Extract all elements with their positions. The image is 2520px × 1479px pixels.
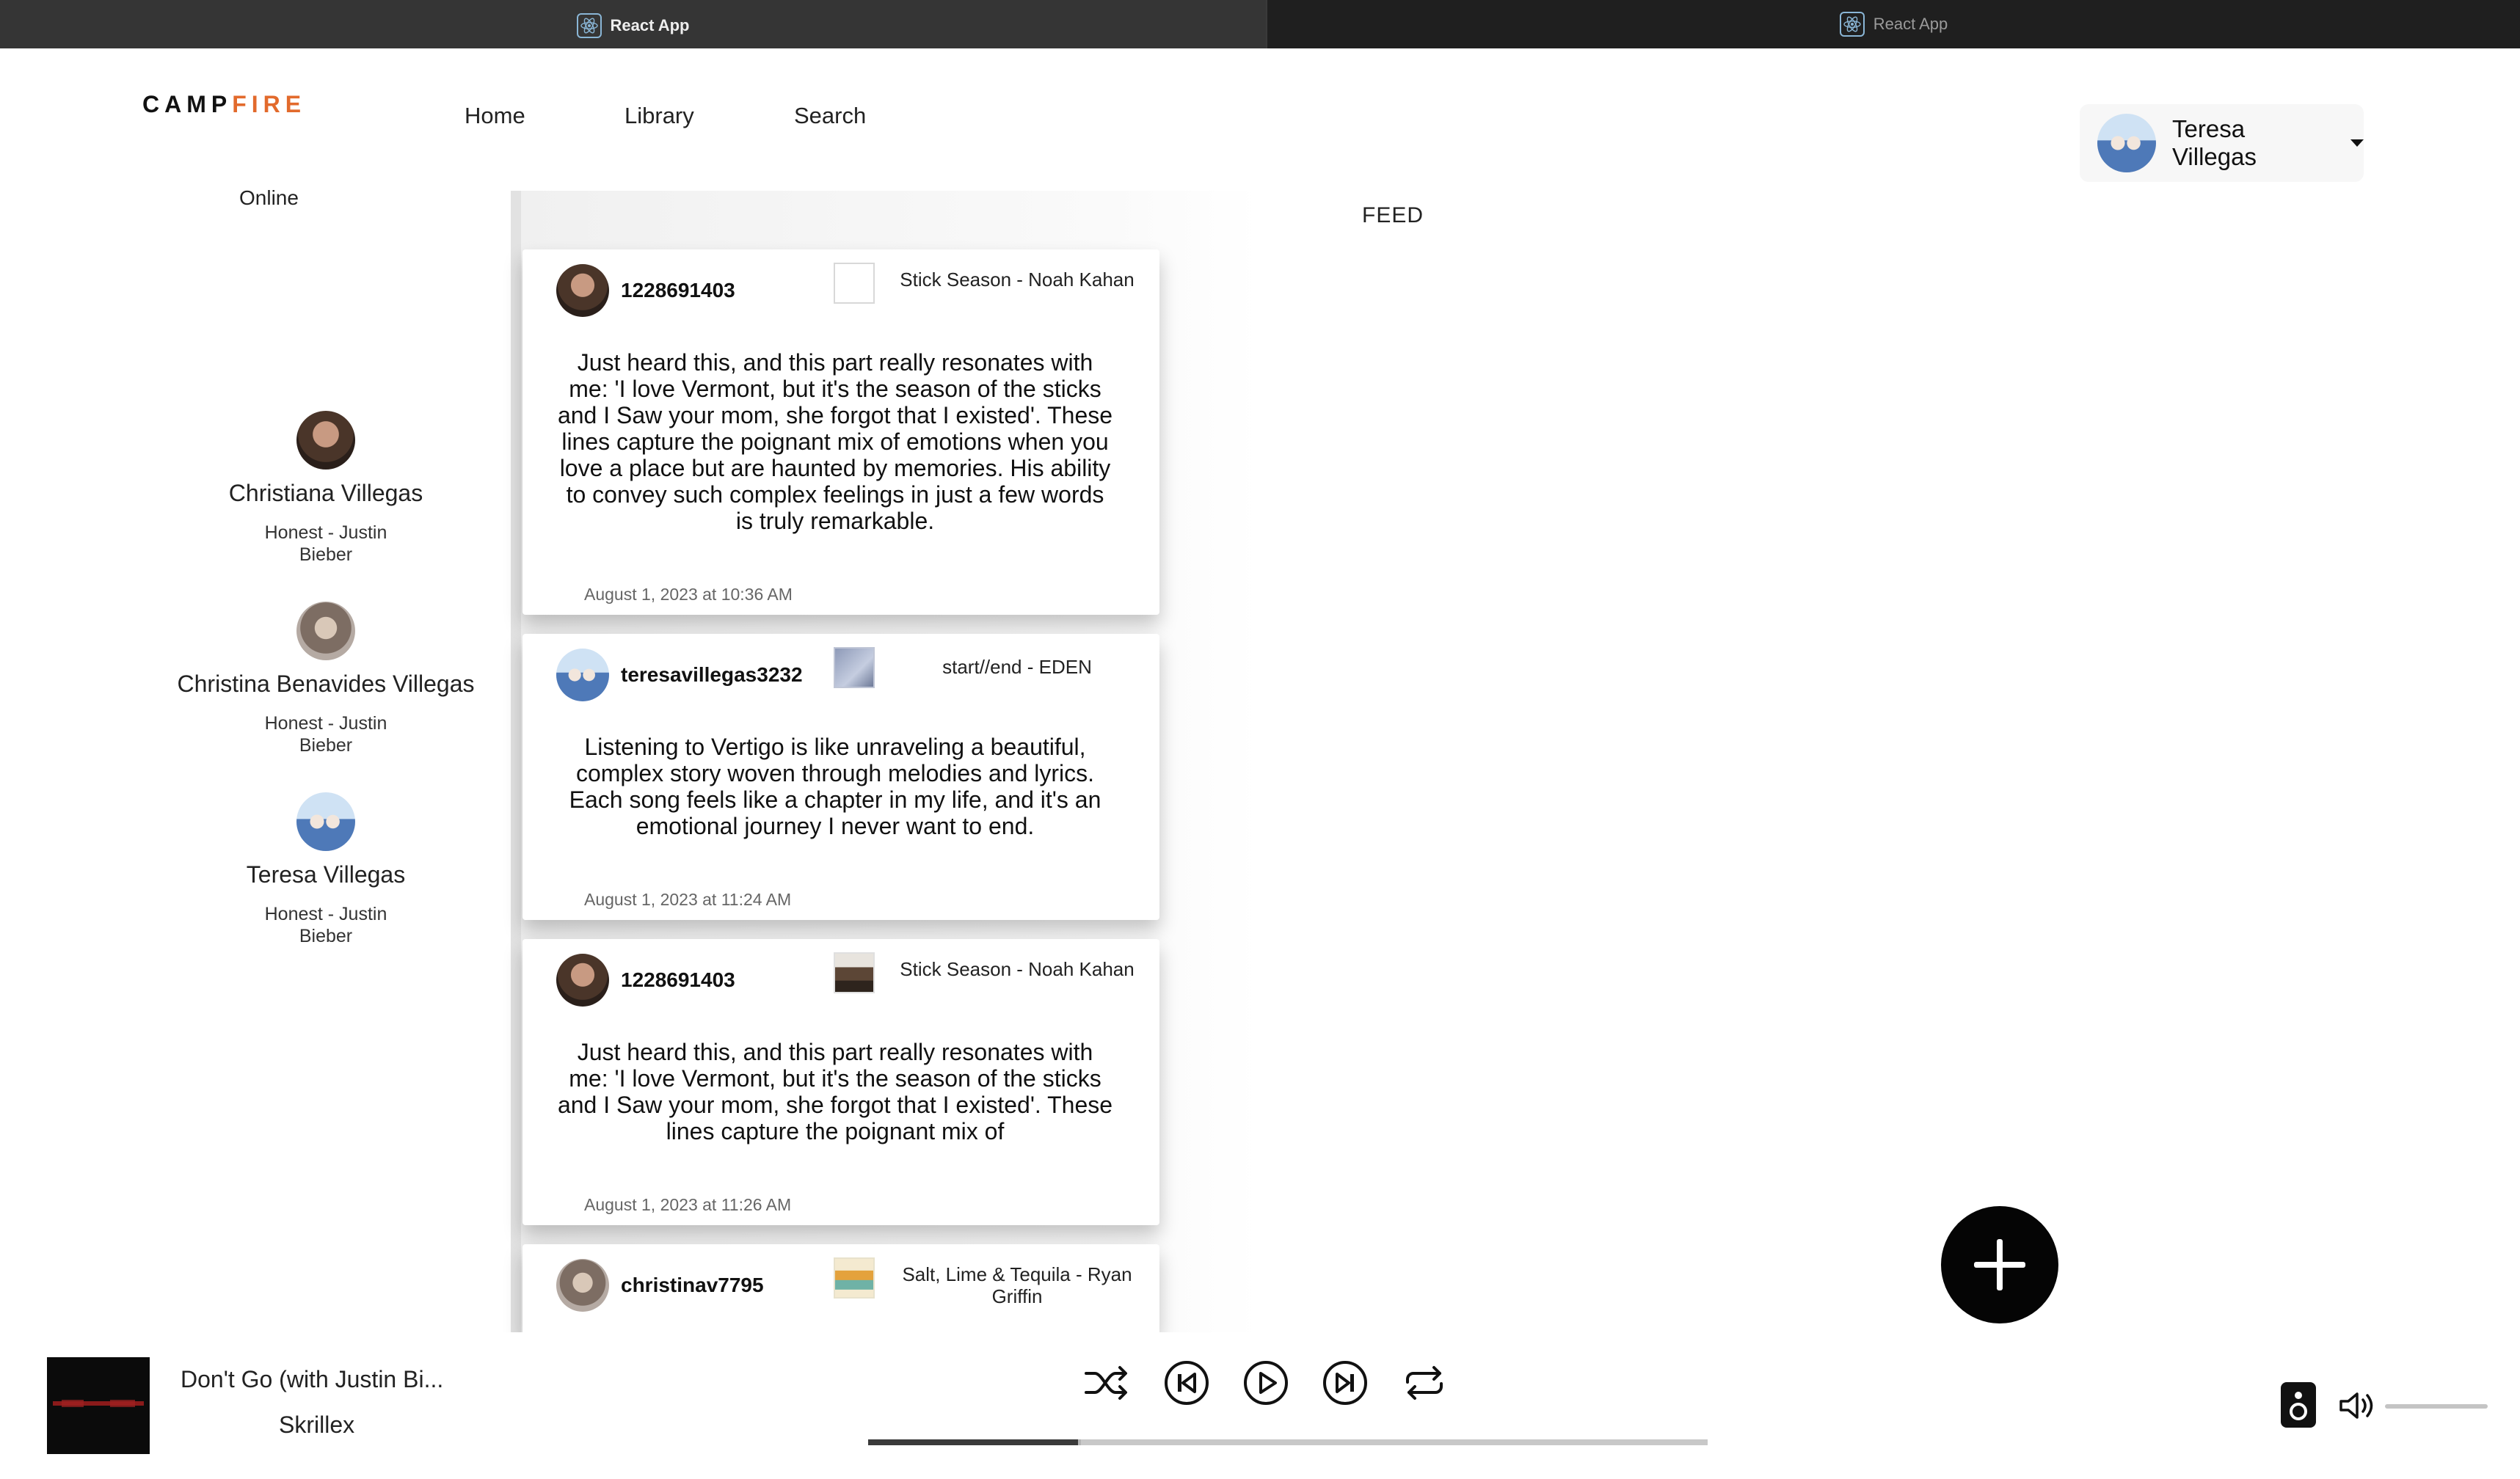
friend-song: Honest - Justin Bieber [264,522,387,565]
avatar [556,1259,609,1312]
friend-name: Teresa Villegas [246,861,406,888]
repeat-icon [1406,1366,1443,1400]
volume-button[interactable] [2337,1385,2378,1426]
react-icon [576,13,602,38]
feed-post[interactable]: 1228691403 Stick Season - Noah Kahan Jus… [522,939,1159,1225]
browser-tab-inactive[interactable]: React App [1266,0,2520,48]
post-song[interactable]: Salt, Lime & Tequila - Ryan Griffin [889,1263,1145,1307]
post-date: August 1, 2023 at 11:24 AM [584,890,792,909]
nav-home[interactable]: Home [465,103,525,129]
post-header: 1228691403 [556,264,735,317]
volume-slider[interactable] [2385,1404,2488,1409]
post-date: August 1, 2023 at 10:36 AM [584,585,793,604]
browser-tab-bar: React App React App [0,0,2520,48]
post-song[interactable]: Stick Season - Noah Kahan [889,958,1145,980]
logo-text-fire: FIRE [232,91,307,117]
feed-post[interactable]: christinav7795 Salt, Lime & Tequila - Ry… [522,1244,1159,1332]
online-friend[interactable]: Christina Benavides Villegas Honest - Ju… [147,602,505,756]
album-art [834,1257,875,1299]
plus-icon [1974,1239,2025,1290]
post-song[interactable]: Stick Season - Noah Kahan [889,269,1145,291]
user-menu[interactable]: Teresa Villegas [2080,104,2364,182]
post-header: teresavillegas3232 [556,649,803,701]
logo-text-camp: CAMP [142,91,233,117]
avatar [296,792,355,851]
post-text: Just heard this, and this part really re… [557,349,1113,534]
album-art [834,263,875,304]
add-post-button[interactable] [1941,1206,2058,1323]
post-text: Just heard this, and this part really re… [557,1039,1113,1144]
shuffle-button[interactable] [1082,1359,1130,1407]
caret-down-icon [2350,139,2364,147]
post-username[interactable]: teresavillegas3232 [621,663,803,687]
avatar [296,411,355,470]
post-username[interactable]: 1228691403 [621,279,735,302]
speaker-icon [2290,1392,2307,1420]
online-friend[interactable]: Teresa Villegas Honest - Justin Bieber [147,792,505,947]
avatar [556,954,609,1007]
now-playing-artist[interactable]: Skrillex [279,1412,354,1439]
next-button[interactable] [1321,1359,1369,1407]
volume-icon [2339,1392,2373,1419]
nav-search[interactable]: Search [794,103,866,129]
post-header: christinav7795 [556,1259,764,1312]
post-username[interactable]: 1228691403 [621,968,735,992]
avatar [556,264,609,317]
next-icon [1323,1361,1367,1405]
now-playing-album-art [47,1357,150,1454]
play-button[interactable] [1242,1359,1290,1407]
user-name: Teresa Villegas [2172,115,2257,170]
tab-label: React App [610,16,690,34]
friend-name: Christiana Villegas [228,480,423,506]
repeat-button[interactable] [1400,1359,1449,1407]
feed-post[interactable]: teresavillegas3232 start//end - EDEN Lis… [522,634,1159,920]
browser-tab-active[interactable]: React App [0,0,1266,48]
shuffle-icon [1085,1366,1127,1400]
playback-progress-bar[interactable] [868,1439,1708,1445]
online-friend[interactable]: Christiana Villegas Honest - Justin Bieb… [147,411,505,566]
previous-icon [1165,1361,1209,1405]
react-icon [1839,12,1865,37]
feed-post[interactable]: 1228691403 Stick Season - Noah Kahan Jus… [522,249,1159,615]
avatar [296,602,355,660]
post-header: 1228691403 [556,954,735,1007]
avatar [556,649,609,701]
friend-song: Honest - Justin Bieber [264,713,387,756]
avatar [2097,114,2156,172]
post-username[interactable]: christinav7795 [621,1274,764,1297]
album-art [834,952,875,993]
post-song[interactable]: start//end - EDEN [889,656,1145,678]
previous-button[interactable] [1162,1359,1211,1407]
connect-device-button[interactable] [2281,1382,2316,1428]
online-heading: Online [239,186,299,209]
feed-heading: FEED [1362,203,1424,227]
friend-name: Christina Benavides Villegas [177,671,475,697]
tab-label: React App [1873,15,1948,33]
now-playing-title[interactable]: Don't Go (with Justin Bi... [181,1366,443,1393]
friend-song: Honest - Justin Bieber [264,904,387,946]
post-text: Listening to Vertigo is like unraveling … [569,734,1101,839]
nav-library[interactable]: Library [624,103,694,129]
album-art [834,647,875,688]
play-icon [1244,1361,1288,1405]
post-date: August 1, 2023 at 11:26 AM [584,1195,792,1214]
feed-scroll-track[interactable] [511,191,521,1332]
progress-fill [868,1439,1078,1445]
campfire-logo[interactable]: CAMPFIRE [142,91,306,118]
